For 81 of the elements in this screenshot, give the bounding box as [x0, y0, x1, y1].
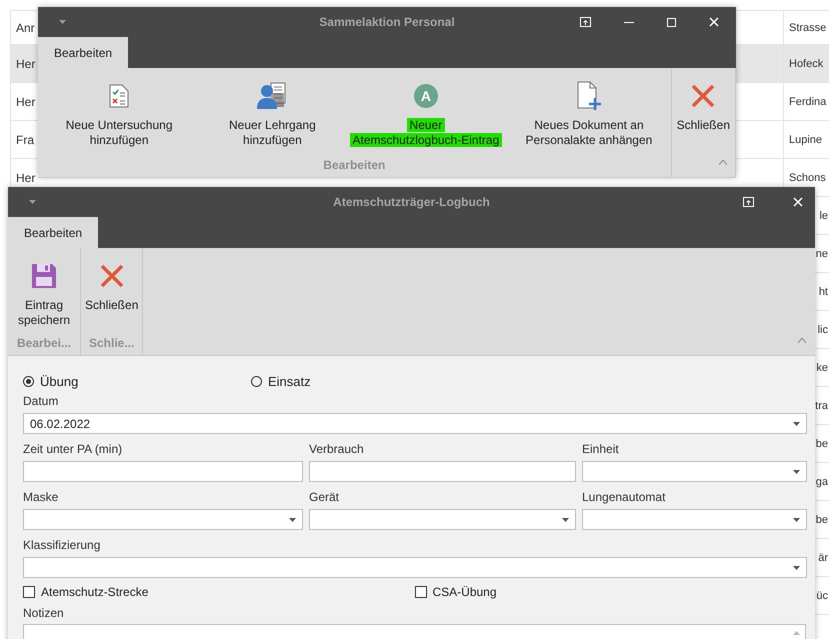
ribbon-button[interactable]: Neue Untersuchung hinzufügen — [38, 68, 200, 158]
dropdown-arrow-icon[interactable] — [562, 518, 569, 522]
dropdown-field[interactable]: 06.02.2022 — [23, 413, 807, 434]
radio-label: Einsatz — [268, 374, 311, 388]
table-cell: be — [816, 514, 828, 526]
window-title: Sammelaktion Personal — [319, 15, 455, 29]
close-icon[interactable] — [709, 17, 719, 27]
field-label: Verbrauch — [309, 442, 365, 457]
radio-button[interactable] — [23, 376, 34, 386]
checkbox-label: Atemschutz-Strecke — [41, 585, 148, 599]
checkbox[interactable] — [414, 586, 426, 598]
ribbon-tab[interactable]: Bearbeiten — [8, 217, 98, 248]
close-icon — [100, 264, 124, 288]
dropdown-field[interactable] — [309, 509, 576, 530]
table-cell: Schons — [789, 172, 826, 184]
ribbon-button[interactable]: Schließen — [672, 68, 735, 177]
input-field[interactable] — [23, 461, 303, 482]
table-cell: Hofeck — [789, 58, 824, 70]
table-cell: ke — [816, 362, 828, 374]
table-cell: Her — [16, 94, 36, 108]
field-label: Zeit unter PA (min) — [23, 442, 124, 457]
checkbox[interactable] — [23, 586, 35, 598]
table-cell: üc — [816, 590, 828, 602]
dropdown-arrow-icon[interactable] — [793, 566, 800, 570]
dropdown-field[interactable] — [23, 509, 303, 530]
close-icon — [691, 84, 716, 108]
dropdown-caret-icon[interactable] — [29, 200, 36, 204]
dropdown-arrow-icon[interactable] — [793, 470, 800, 474]
field-label: Einheit — [582, 442, 620, 457]
dropdown-arrow-icon[interactable] — [289, 518, 296, 522]
collapse-caret-icon[interactable] — [719, 160, 727, 165]
letter-badge-icon: A — [414, 84, 438, 108]
ribbon-button[interactable]: Eintrag speichern — [8, 248, 80, 336]
column-header[interactable]: Anr — [16, 20, 35, 34]
field-label: Lungenautomat — [582, 490, 666, 505]
checkbox-label: CSA-Übung — [432, 585, 497, 599]
close-icon[interactable] — [793, 197, 803, 207]
dropdown-arrow-icon[interactable] — [793, 422, 800, 426]
ribbon-button[interactable]: Schließen — [81, 248, 142, 336]
table-cell: lic — [818, 324, 828, 336]
table-cell: är — [818, 552, 828, 564]
table-cell: le — [819, 210, 828, 222]
checklist-icon — [109, 84, 130, 108]
ribbon-button[interactable]: Neuer Lehrgang hinzufügen — [200, 68, 344, 158]
field-label: Maske — [23, 490, 60, 505]
table-cell: be — [816, 438, 828, 450]
table-cell: Ferdina — [789, 96, 826, 108]
restore-icon[interactable] — [743, 197, 754, 207]
field-label: Notizen — [23, 606, 65, 621]
restore-icon[interactable] — [580, 17, 591, 27]
window-title: Atemschutzträger-Logbuch — [333, 195, 490, 209]
field-label: Klassifizierung — [23, 538, 102, 553]
dropdown-field[interactable] — [23, 557, 807, 578]
table-cell: Fra — [16, 132, 34, 146]
radio-button[interactable] — [251, 376, 262, 386]
dropdown-field[interactable] — [582, 461, 807, 482]
field-label: Datum — [23, 394, 60, 409]
field-label: Gerät — [309, 490, 340, 505]
table-cell: Her — [16, 56, 36, 70]
group-label: Bearbeiten — [323, 158, 386, 174]
ribbon-button[interactable]: A Neuer Atemschutzlogbuch-Eintrag — [344, 68, 508, 158]
column-header[interactable]: Strasse — [789, 22, 826, 34]
table-cell: Lupine — [789, 134, 822, 146]
group-label: Bearbei... — [16, 336, 72, 352]
table-cell: Her — [16, 170, 36, 184]
dropdown-arrow-icon[interactable] — [793, 518, 800, 522]
ribbon-tab[interactable]: Bearbeiten — [38, 37, 128, 68]
table-cell: ne — [816, 248, 828, 260]
table-cell: ht — [818, 286, 828, 298]
table-cell: tra — [815, 400, 828, 412]
ribbon-button[interactable]: Neues Dokument an Personalakte anhängen — [507, 68, 671, 158]
radio-label: Übung — [40, 374, 78, 388]
dropdown-field[interactable] — [582, 509, 807, 530]
collapse-caret-icon[interactable] — [798, 338, 806, 343]
group-label: Schlie... — [89, 336, 134, 352]
add-document-icon — [576, 81, 602, 111]
input-field[interactable] — [309, 461, 576, 482]
maximize-icon[interactable] — [667, 18, 676, 26]
dropdown-caret-icon[interactable] — [59, 20, 66, 24]
table-cell: ga — [816, 476, 828, 488]
person-document-icon — [256, 81, 288, 111]
